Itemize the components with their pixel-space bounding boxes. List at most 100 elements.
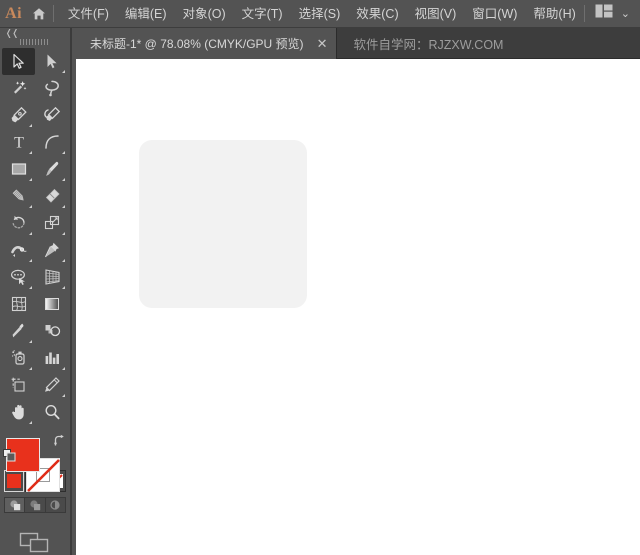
draw-inside-icon <box>50 500 60 510</box>
lasso-tool[interactable] <box>35 75 68 102</box>
tool-group-corner-icon <box>29 366 32 370</box>
menu-window[interactable]: 窗口(W) <box>464 0 525 28</box>
menu-help[interactable]: 帮助(H) <box>525 0 583 28</box>
arc-line-icon <box>43 133 61 151</box>
eyedropper-icon <box>10 322 28 340</box>
ai-logo: Ai <box>5 4 23 22</box>
grip-dots-icon <box>20 39 50 46</box>
workspace-layout-icon <box>595 4 613 23</box>
tool-group-corner-icon <box>29 177 32 181</box>
draw-normal-icon <box>10 500 20 511</box>
workspace-divider <box>583 5 585 22</box>
eyedropper-tool[interactable] <box>2 318 35 345</box>
zoom-tool[interactable] <box>35 399 68 426</box>
tool-group-corner-icon <box>29 150 32 154</box>
magic-wand-tool[interactable] <box>2 75 35 102</box>
symbol-sprayer-tool[interactable] <box>2 345 35 372</box>
menu-view[interactable]: 视图(V) <box>407 0 465 28</box>
perspective-grid-tool[interactable] <box>35 264 68 291</box>
shape-builder-icon <box>10 268 28 286</box>
gradient-tool[interactable] <box>35 291 68 318</box>
rotate-icon <box>10 214 28 232</box>
menu-bar: Ai 文件(F) 编辑(E) 对象(O) 文字(T) 选择(S) 效果(C) 视… <box>0 0 640 28</box>
eraser-tool[interactable] <box>35 183 68 210</box>
menu-file[interactable]: 文件(F) <box>60 0 117 28</box>
tool-group-corner-icon <box>29 258 32 262</box>
menu-effect[interactable]: 效果(C) <box>348 0 406 28</box>
fill-stroke-controls <box>2 434 68 492</box>
artboard-icon <box>10 376 28 394</box>
tool-group-corner-icon <box>29 204 32 208</box>
solid-color-icon <box>7 474 21 488</box>
column-graph-tool[interactable] <box>35 345 68 372</box>
scale-tool[interactable] <box>35 210 68 237</box>
document-canvas[interactable] <box>76 59 640 555</box>
workspace-switcher-button[interactable]: ⌄ <box>595 4 632 23</box>
draw-behind-button[interactable] <box>25 498 46 512</box>
tool-group-corner-icon <box>62 177 65 181</box>
symbol-sprayer-icon <box>10 349 28 367</box>
draw-normal-button[interactable] <box>5 498 26 512</box>
watermark-text: 软件自学网：RJZXW.COM <box>353 37 504 52</box>
panel-drag-handle[interactable] <box>0 39 71 46</box>
paintbrush-tool[interactable] <box>35 156 68 183</box>
blend-icon <box>43 322 61 340</box>
swap-fill-stroke-icon[interactable] <box>52 434 66 448</box>
selection-arrow-icon <box>10 53 27 70</box>
tool-group-corner-icon <box>29 420 32 424</box>
gradient-icon <box>43 295 61 313</box>
bar-chart-icon <box>43 349 61 367</box>
pen-tool[interactable] <box>2 102 35 129</box>
pushpin-icon <box>43 241 61 259</box>
perspective-grid-icon <box>43 268 61 286</box>
type-tool[interactable]: T <box>2 129 35 156</box>
menu-object[interactable]: 对象(O) <box>175 0 234 28</box>
shaper-pencil-tool[interactable] <box>2 183 35 210</box>
rotate-tool[interactable] <box>2 210 35 237</box>
selection-tool[interactable] <box>2 47 35 75</box>
collapse-panel-button[interactable]: ❬❬ <box>0 28 71 39</box>
tool-group-corner-icon <box>62 258 65 262</box>
menu-item-list: 文件(F) 编辑(E) 对象(O) 文字(T) 选择(S) 效果(C) 视图(V… <box>60 0 584 28</box>
menu-select[interactable]: 选择(S) <box>291 0 349 28</box>
chevron-down-icon: ⌄ <box>620 8 630 20</box>
puppet-warp-tool[interactable] <box>35 237 68 264</box>
eraser-icon <box>43 187 61 205</box>
default-fill-stroke-icon[interactable] <box>3 449 16 462</box>
tool-group-corner-icon <box>29 231 32 235</box>
color-mode-button[interactable] <box>4 470 24 492</box>
close-icon[interactable]: ✕ <box>317 37 328 50</box>
menu-edit[interactable]: 编辑(E) <box>117 0 175 28</box>
illustrator-window: Ai 文件(F) 编辑(E) 对象(O) 文字(T) 选择(S) 效果(C) 视… <box>0 0 640 555</box>
tool-group-corner-icon <box>62 285 65 289</box>
scale-icon <box>43 214 61 232</box>
svg-text:T: T <box>14 135 24 152</box>
shape-builder-tool[interactable] <box>2 264 35 291</box>
home-icon <box>31 6 47 22</box>
tool-group-corner-icon <box>62 150 65 154</box>
mesh-tool[interactable] <box>2 291 35 318</box>
pen-nib-icon <box>10 106 28 124</box>
screen-mode-button[interactable] <box>15 531 55 555</box>
tool-group-corner-icon <box>62 231 65 235</box>
rounded-rectangle-shape[interactable] <box>139 140 307 308</box>
width-tool[interactable] <box>2 237 35 264</box>
menu-type[interactable]: 文字(T) <box>234 0 291 28</box>
tool-group-corner-icon <box>62 393 65 397</box>
draw-inside-button[interactable] <box>46 498 65 512</box>
document-tab[interactable]: 未标题-1* @ 78.08% (CMYK/GPU 预览) ✕ <box>76 28 338 59</box>
magnifier-icon <box>43 403 61 421</box>
screen-mode-icon <box>19 532 49 553</box>
curvature-tool[interactable] <box>35 102 68 129</box>
curvature-pen-icon <box>43 106 61 124</box>
artboard-tool[interactable] <box>2 372 35 399</box>
mesh-icon <box>10 295 28 313</box>
slice-tool[interactable] <box>35 372 68 399</box>
home-button[interactable] <box>27 0 51 28</box>
direct-selection-tool[interactable] <box>35 48 68 75</box>
line-segment-tool[interactable] <box>35 129 68 156</box>
hand-tool[interactable] <box>2 399 35 426</box>
rectangle-tool[interactable] <box>2 156 35 183</box>
menubar-right-group: ⌄ <box>583 0 640 28</box>
blend-tool[interactable] <box>35 318 68 345</box>
